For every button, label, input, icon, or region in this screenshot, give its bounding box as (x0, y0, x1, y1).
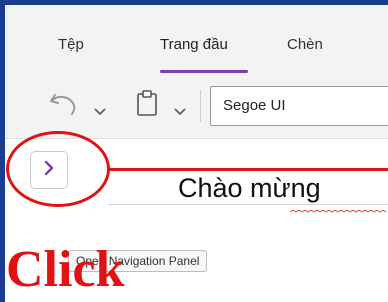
tab-insert[interactable]: Chèn (287, 36, 323, 53)
annotation-line (108, 168, 388, 171)
annotation-circle (6, 131, 110, 207)
spellcheck-squiggle (290, 210, 387, 213)
clipboard-icon[interactable] (136, 89, 158, 122)
chevron-down-icon[interactable] (174, 103, 186, 121)
tab-home[interactable]: Trang đầu (160, 36, 228, 53)
active-tab-indicator (160, 70, 248, 73)
page-title[interactable]: Chào mừng (178, 173, 321, 204)
undo-icon[interactable] (47, 91, 79, 122)
font-name-dropdown[interactable]: Segoe UI (210, 86, 388, 126)
chevron-down-icon[interactable] (94, 103, 106, 121)
click-annotation-label: Click (6, 241, 125, 298)
font-name-value: Segoe UI (223, 97, 286, 114)
title-underline (108, 204, 388, 205)
toolbar-divider (200, 90, 201, 122)
tab-file[interactable]: Tệp (58, 36, 84, 53)
